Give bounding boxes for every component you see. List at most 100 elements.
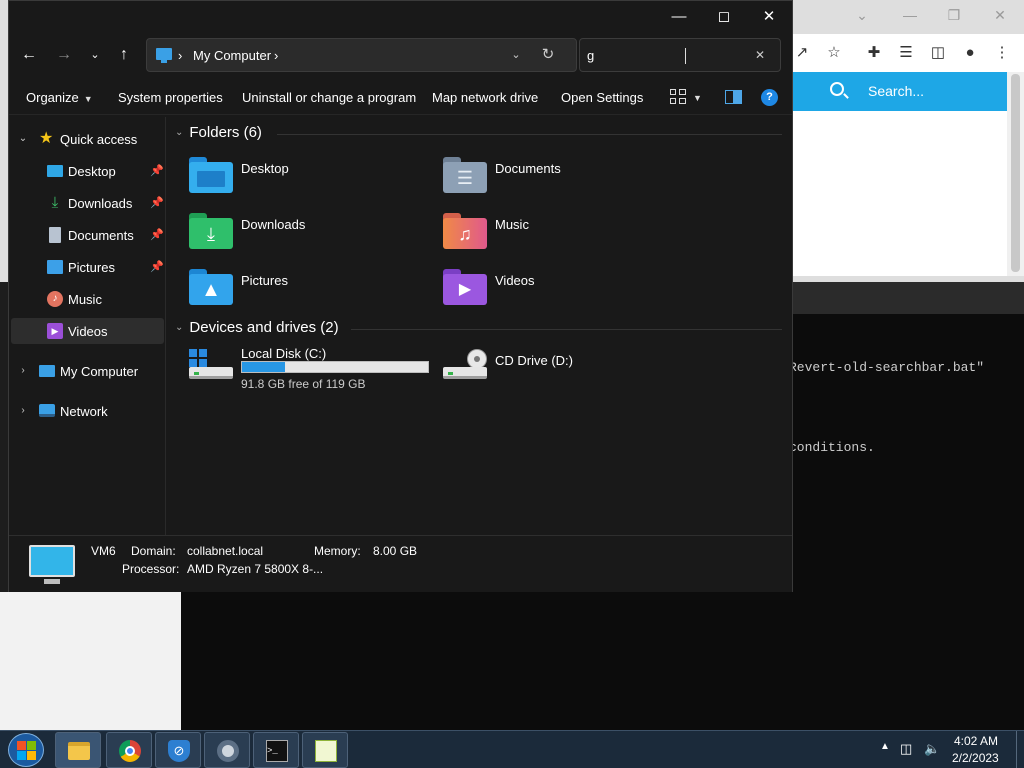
folder-label: Music bbox=[495, 217, 529, 232]
minimize-icon[interactable]: — bbox=[900, 5, 920, 25]
sidebar-item-network[interactable]: › Network bbox=[11, 398, 164, 424]
taskbar-file-explorer[interactable] bbox=[55, 732, 101, 768]
background-search-bar[interactable]: Search... bbox=[792, 72, 1007, 111]
domain-label: Domain: bbox=[131, 544, 176, 558]
profile-icon[interactable]: ● bbox=[960, 43, 980, 63]
chevron-down-icon[interactable]: ⌄ bbox=[175, 322, 183, 333]
close-icon[interactable]: ✕ bbox=[990, 5, 1010, 25]
search-query[interactable]: g bbox=[587, 48, 594, 63]
close-button[interactable]: ✕ bbox=[755, 5, 783, 29]
sidebar-item-music[interactable]: ♪ Music bbox=[11, 286, 164, 312]
breadcrumb-separator-icon[interactable]: › bbox=[178, 48, 182, 63]
chevron-right-icon[interactable]: › bbox=[17, 364, 29, 378]
uninstall-program-button[interactable]: Uninstall or change a program bbox=[242, 88, 416, 108]
drive-tile-c[interactable]: Local Disk (C:) 91.8 GB free of 119 GB bbox=[189, 345, 429, 395]
media-icon[interactable]: ☰ bbox=[896, 43, 916, 63]
chevron-down-icon[interactable]: ⌄ bbox=[852, 5, 872, 25]
folder-tile-music[interactable]: ♫ Music bbox=[443, 211, 683, 261]
menu-icon[interactable]: ⋮ bbox=[992, 43, 1012, 63]
search-input[interactable]: g ✕ bbox=[579, 38, 781, 72]
back-button[interactable]: ← bbox=[17, 43, 41, 67]
videos-folder-icon: ▶ bbox=[443, 269, 487, 305]
computer-icon bbox=[156, 48, 172, 63]
organize-button[interactable]: Organize ▼ bbox=[26, 88, 93, 108]
taskbar-settings-app[interactable] bbox=[204, 732, 250, 768]
show-desktop-button[interactable] bbox=[1016, 731, 1024, 768]
folder-tile-documents[interactable]: ☰ Documents bbox=[443, 155, 683, 205]
clear-search-button[interactable]: ✕ bbox=[752, 47, 768, 63]
taskbar-terminal[interactable]: >_ bbox=[253, 732, 299, 768]
view-options-dropdown[interactable]: ▼ bbox=[693, 88, 702, 108]
folder-tile-downloads[interactable]: ⤓ Downloads bbox=[189, 211, 429, 261]
pin-icon[interactable]: 📌 bbox=[150, 196, 164, 209]
breadcrumb[interactable]: My Computer bbox=[193, 48, 271, 63]
network-status-icon[interactable]: ◫ bbox=[900, 741, 912, 757]
command-bar: Organize ▼ System properties Uninstall or… bbox=[9, 81, 792, 115]
system-properties-button[interactable]: System properties bbox=[118, 88, 223, 108]
sidebar-item-documents[interactable]: Documents 📌 bbox=[11, 222, 164, 248]
sidebar-item-label: Downloads bbox=[68, 196, 133, 211]
folder-tile-videos[interactable]: ▶ Videos bbox=[443, 267, 683, 317]
clock-time[interactable]: 4:02 AM bbox=[954, 734, 998, 748]
recent-locations-button[interactable]: ⌄ bbox=[83, 43, 107, 67]
open-settings-button[interactable]: Open Settings bbox=[561, 88, 643, 108]
folder-tile-desktop[interactable]: Desktop bbox=[189, 155, 429, 205]
cd-drive-icon bbox=[443, 349, 487, 383]
taskbar-notepad-app[interactable] bbox=[302, 732, 348, 768]
background-window-area bbox=[0, 592, 181, 730]
sidebar-item-label: Documents bbox=[68, 228, 134, 243]
chevron-down-icon[interactable]: ⌄ bbox=[175, 127, 183, 138]
volume-icon[interactable]: 🔈 bbox=[924, 741, 940, 757]
address-bar[interactable]: › My Computer › ⌄ ↻ bbox=[146, 38, 577, 72]
change-view-icon[interactable] bbox=[670, 89, 686, 105]
sidebar-item-downloads[interactable]: ⤓ Downloads 📌 bbox=[11, 190, 164, 216]
star-icon[interactable]: ☆ bbox=[824, 43, 844, 63]
sidebar-item-label: My Computer bbox=[60, 364, 139, 379]
chevron-down-icon[interactable]: ⌄ bbox=[17, 132, 29, 146]
background-scrollbar[interactable] bbox=[1007, 72, 1024, 276]
sidebar-item-desktop[interactable]: Desktop 📌 bbox=[11, 158, 164, 184]
show-hidden-icons-icon[interactable]: ▲ bbox=[880, 741, 890, 752]
extensions-icon[interactable]: ✚ bbox=[864, 43, 884, 63]
map-network-drive-button[interactable]: Map network drive bbox=[432, 88, 538, 108]
sidebar-item-label: Music bbox=[68, 292, 102, 307]
memory-label: Memory: bbox=[314, 544, 361, 558]
preview-pane-icon[interactable] bbox=[725, 90, 742, 104]
folder-tile-pictures[interactable]: ▲ Pictures bbox=[189, 267, 429, 317]
sidebar-item-my-computer[interactable]: › My Computer bbox=[11, 358, 164, 384]
maximize-button[interactable]: ◻ bbox=[710, 5, 738, 29]
chevron-down-icon: ▼ bbox=[83, 94, 93, 104]
start-button[interactable] bbox=[8, 733, 44, 767]
windows-logo-icon bbox=[189, 349, 207, 367]
clock-date[interactable]: 2/2/2023 bbox=[952, 751, 999, 765]
refresh-button[interactable]: ↻ bbox=[539, 46, 557, 64]
pin-icon[interactable]: 📌 bbox=[150, 228, 164, 241]
hard-drive-icon bbox=[189, 349, 233, 383]
forward-button[interactable]: → bbox=[52, 43, 76, 67]
taskbar-chrome[interactable] bbox=[106, 732, 152, 768]
sidebar-item-pictures[interactable]: Pictures 📌 bbox=[11, 254, 164, 280]
address-history-dropdown[interactable]: ⌄ bbox=[507, 46, 525, 64]
sidebar-item-videos[interactable]: ▶ Videos bbox=[11, 318, 164, 344]
share-icon[interactable]: ↗ bbox=[792, 43, 812, 63]
sidebar-icon[interactable]: ◫ bbox=[928, 43, 948, 63]
drives-group-header[interactable]: ⌄ Devices and drives (2) bbox=[175, 319, 339, 339]
drive-tile-d[interactable]: CD Drive (D:) bbox=[443, 345, 683, 395]
taskbar-shield-app[interactable]: ⊘ bbox=[155, 732, 201, 768]
windows-logo-icon bbox=[17, 741, 26, 750]
drive-label: CD Drive (D:) bbox=[495, 353, 573, 368]
group-title: Folders (6) bbox=[189, 124, 262, 141]
minimize-button[interactable]: — bbox=[665, 5, 693, 29]
up-button[interactable]: ↑ bbox=[112, 43, 136, 67]
downloads-folder-icon: ⤓ bbox=[189, 213, 233, 249]
chevron-right-icon[interactable]: › bbox=[17, 404, 29, 418]
restore-icon[interactable]: ❐ bbox=[944, 5, 964, 25]
breadcrumb-separator-icon[interactable]: › bbox=[274, 48, 278, 63]
scrollbar-thumb[interactable] bbox=[1011, 74, 1020, 272]
pin-icon[interactable]: 📌 bbox=[150, 260, 164, 273]
help-button[interactable]: ? bbox=[761, 89, 778, 106]
sidebar-item-quick-access[interactable]: ⌄ ★ Quick access bbox=[11, 126, 164, 152]
folders-group-header[interactable]: ⌄ Folders (6) bbox=[175, 124, 262, 144]
pin-icon[interactable]: 📌 bbox=[150, 164, 164, 177]
group-divider bbox=[277, 134, 782, 135]
